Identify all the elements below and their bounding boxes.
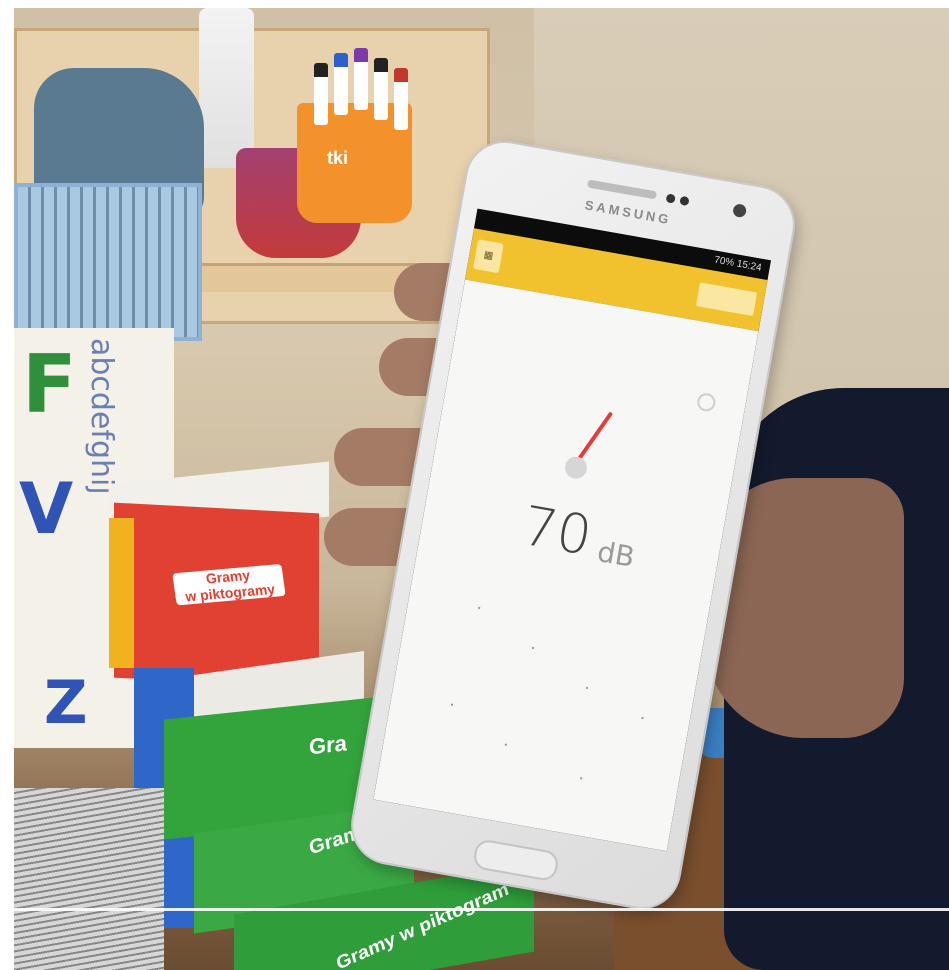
gauge-needle <box>575 411 614 463</box>
scale-dot <box>531 646 535 650</box>
scale-dot <box>579 777 583 780</box>
blue-basket <box>14 183 202 341</box>
scale-dot <box>450 703 454 706</box>
settings-ring-icon[interactable] <box>695 391 717 413</box>
front-camera-icon <box>732 203 748 219</box>
decibel-unit: dB <box>594 534 638 574</box>
marker <box>334 53 348 115</box>
green-box-label: Gra <box>309 730 347 760</box>
marker <box>354 48 368 110</box>
decibel-value: 70 <box>517 493 597 568</box>
marker <box>314 63 328 125</box>
app-icon[interactable]: ▦ <box>472 239 504 274</box>
app-action-button[interactable] <box>695 282 758 317</box>
alphabet-strip: abcdefghij <box>84 338 119 495</box>
video-progress-line <box>14 908 949 911</box>
sensor-icon <box>679 195 690 207</box>
poster-letter: Z <box>44 668 88 738</box>
gauge-hub <box>563 454 589 481</box>
photo: tki F V Z abcdefghij Gramy w piktogramy … <box>14 8 949 970</box>
speaker-grille <box>586 179 658 200</box>
yellow-box-side <box>109 518 134 668</box>
poster-letter: F <box>22 338 77 431</box>
books <box>14 788 164 970</box>
marker <box>374 58 388 120</box>
red-box: Gramy w piktogramy <box>114 502 319 689</box>
marker <box>394 68 408 130</box>
scale-dot <box>504 743 507 746</box>
cup-label: tki <box>327 148 349 168</box>
sensor-icon <box>665 193 676 204</box>
spray-bottle <box>199 8 254 168</box>
poster-letter: V <box>19 468 74 550</box>
scale-dot <box>585 686 589 690</box>
green-box-label: Gramy w piktogram <box>334 878 511 970</box>
scale-dot <box>641 716 644 720</box>
scale-dot <box>478 606 481 610</box>
home-button[interactable] <box>471 838 560 883</box>
